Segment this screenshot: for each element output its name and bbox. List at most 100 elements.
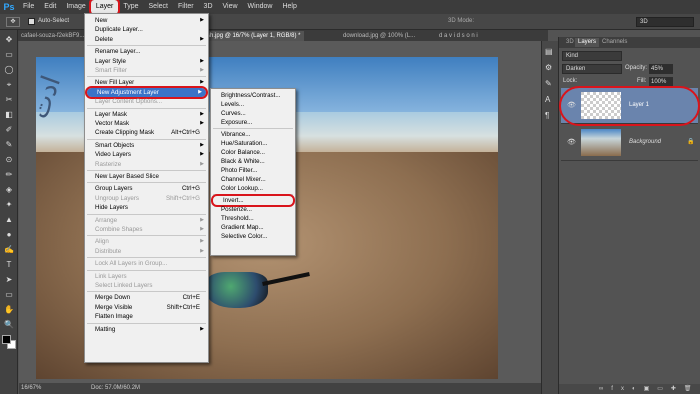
foreground-color-swatch[interactable] xyxy=(2,335,11,344)
pen-tool-icon[interactable]: ✍ xyxy=(3,244,15,256)
menu-item-merge-down[interactable]: Merge Down Ctrl+E xyxy=(85,293,208,302)
menu-item-hide-layers[interactable]: Hide Layers xyxy=(85,203,208,212)
auto-select-checkbox[interactable] xyxy=(28,18,35,25)
menu-select[interactable]: Select xyxy=(144,0,173,14)
opacity-field[interactable]: 45% xyxy=(649,64,673,74)
menu-item-threshold[interactable]: Threshold... xyxy=(211,214,295,223)
menu-item-group-layers[interactable]: Group Layers Ctrl+G xyxy=(85,184,208,193)
eraser-tool-icon[interactable]: ◈ xyxy=(3,184,15,196)
menu-item-color-balance[interactable]: Color Balance... xyxy=(211,148,295,157)
menu-item-brightness-contrast[interactable]: Brightness/Contrast... xyxy=(211,91,295,100)
menu-item-label: Video Layers xyxy=(95,151,132,159)
menu-help[interactable]: Help xyxy=(277,0,301,14)
menu-item-curves[interactable]: Curves... xyxy=(211,109,295,118)
menu-item-hue-saturation[interactable]: Hue/Saturation... xyxy=(211,139,295,148)
menu-separator xyxy=(87,45,206,47)
character-icon[interactable]: A xyxy=(545,95,550,104)
menu-item-posterize[interactable]: Posterize... xyxy=(211,205,295,214)
history-brush-tool-icon[interactable]: ✏ xyxy=(3,169,15,181)
blur-tool-icon[interactable]: ▲ xyxy=(3,214,15,226)
eyedropper-tool-icon[interactable]: ◧ xyxy=(3,109,15,121)
move-tool-icon[interactable]: ✥ xyxy=(6,17,20,27)
menu-image[interactable]: Image xyxy=(61,0,90,14)
workspace-select[interactable]: 3D xyxy=(636,17,694,27)
menu-item-flatten-image[interactable]: Flatten Image xyxy=(85,312,208,321)
menu-item-smart-objects[interactable]: Smart Objects ▶ xyxy=(85,141,208,150)
submenu-arrow-icon: ▶ xyxy=(200,325,204,332)
menu-item-new[interactable]: New ▶ xyxy=(85,16,208,25)
menu-type[interactable]: Type xyxy=(118,0,143,14)
move-tool-icon[interactable]: ✥ xyxy=(3,34,15,46)
menu-3d[interactable]: 3D xyxy=(199,0,218,14)
menu-item-smart-filter: Smart Filter ▶ xyxy=(85,66,208,75)
menu-item-layer-style[interactable]: Layer Style ▶ xyxy=(85,57,208,66)
zoom-level[interactable]: 16/67% xyxy=(21,383,41,394)
marquee-tool-icon[interactable]: ▭ xyxy=(3,49,15,61)
submenu-arrow-icon: ▶ xyxy=(198,88,202,95)
document-tab[interactable]: download.jpg @ 100% (L... xyxy=(340,31,418,41)
menu-item-label: New xyxy=(95,17,108,24)
shape-tool-icon[interactable]: ▭ xyxy=(3,289,15,301)
history-icon[interactable]: ▤ xyxy=(545,47,553,56)
menu-window[interactable]: Window xyxy=(243,0,278,14)
lasso-tool-icon[interactable]: ◯ xyxy=(3,64,15,76)
menu-item-new-layer-based-slice[interactable]: New Layer Based Slice xyxy=(85,172,208,181)
menu-filter[interactable]: Filter xyxy=(173,0,199,14)
menu-item-new-adjustment-layer[interactable]: New Adjustment Layer ▶ xyxy=(85,85,208,99)
menu-item-invert[interactable]: Invert... xyxy=(211,194,295,207)
menu-item-rename-layer[interactable]: Rename Layer... xyxy=(85,47,208,56)
photoshop-logo: Ps xyxy=(3,2,15,12)
menu-item-levels[interactable]: Levels... xyxy=(211,100,295,109)
menu-item-color-lookup[interactable]: Color Lookup... xyxy=(211,184,295,193)
zoom-tool-icon[interactable]: 🔍 xyxy=(3,319,15,331)
menu-item-vibrance[interactable]: Vibrance... xyxy=(211,130,295,139)
menu-item-exposure[interactable]: Exposure... xyxy=(211,118,295,127)
menu-separator xyxy=(87,182,206,184)
menu-item-gradient-map[interactable]: Gradient Map... xyxy=(211,223,295,232)
menu-item-photo-filter[interactable]: Photo Filter... xyxy=(211,166,295,175)
menu-layer[interactable]: Layer xyxy=(88,0,121,16)
visibility-eye-icon[interactable]: 👁 xyxy=(567,138,576,146)
menu-view[interactable]: View xyxy=(218,0,243,14)
clone-stamp-tool-icon[interactable]: ⊙ xyxy=(3,154,15,166)
document-tab[interactable]: d a v i d s o n i xyxy=(436,31,481,41)
menu-item-label: Combine Shapes xyxy=(95,226,143,233)
menu-item-layer-mask[interactable]: Layer Mask ▶ xyxy=(85,110,208,119)
dodge-tool-icon[interactable]: ● xyxy=(3,229,15,241)
gradient-tool-icon[interactable]: ✦ xyxy=(3,199,15,211)
menu-item-video-layers[interactable]: Video Layers ▶ xyxy=(85,150,208,159)
menu-item-merge-visible[interactable]: Merge Visible Shift+Ctrl+E xyxy=(85,303,208,312)
properties-icon[interactable]: ⚙ xyxy=(545,63,552,72)
document-tab[interactable]: cafael-souza-f2ekBF9... xyxy=(18,31,87,41)
filter-kind-select[interactable]: Kind xyxy=(562,51,622,61)
menu-item-channel-mixer[interactable]: Channel Mixer... xyxy=(211,175,295,184)
brush-icon[interactable]: ✎ xyxy=(545,79,552,88)
menu-item-duplicate-layer[interactable]: Duplicate Layer... xyxy=(85,25,208,34)
menu-item-create-clipping-mask[interactable]: Create Clipping Mask Alt+Ctrl+G xyxy=(85,128,208,137)
panel-tab-channels[interactable]: Channels xyxy=(599,38,630,47)
layer-actions-bar[interactable]: ∞fx◐▣▭✚🗑 xyxy=(559,384,700,394)
fill-field[interactable]: 100% xyxy=(649,77,673,87)
menu-item-black-white[interactable]: Black & White... xyxy=(211,157,295,166)
menu-item-selective-color[interactable]: Selective Color... xyxy=(211,232,295,241)
hand-tool-icon[interactable]: ✋ xyxy=(3,304,15,316)
panel-tab-layers[interactable]: Layers xyxy=(575,38,600,47)
crop-tool-icon[interactable]: ✂ xyxy=(3,94,15,106)
menu-edit[interactable]: Edit xyxy=(39,0,61,14)
brush-tool-icon[interactable]: ✎ xyxy=(3,139,15,151)
quick-select-tool-icon[interactable]: ⌖ xyxy=(3,79,15,91)
layer-row-background[interactable]: 👁 Background 🔒 xyxy=(561,125,698,161)
menu-item-matting[interactable]: Matting ▶ xyxy=(85,325,208,334)
healing-tool-icon[interactable]: ✐ xyxy=(3,124,15,136)
menu-item-link-layers: Link Layers xyxy=(85,272,208,281)
blend-mode-select[interactable]: Darken xyxy=(562,64,622,74)
menu-file[interactable]: File xyxy=(18,0,39,14)
path-select-tool-icon[interactable]: ➤ xyxy=(3,274,15,286)
menu-item-new-fill-layer[interactable]: New Fill Layer ▶ xyxy=(85,78,208,87)
paragraph-icon[interactable]: ¶ xyxy=(545,111,549,120)
menu-item-delete[interactable]: Delete ▶ xyxy=(85,35,208,44)
menu-item-label: Rename Layer... xyxy=(95,48,141,56)
type-tool-icon[interactable]: T xyxy=(3,259,15,271)
layer-row-layer-1[interactable]: 👁 Layer 1 xyxy=(559,86,700,126)
menu-item-vector-mask[interactable]: Vector Mask ▶ xyxy=(85,119,208,128)
